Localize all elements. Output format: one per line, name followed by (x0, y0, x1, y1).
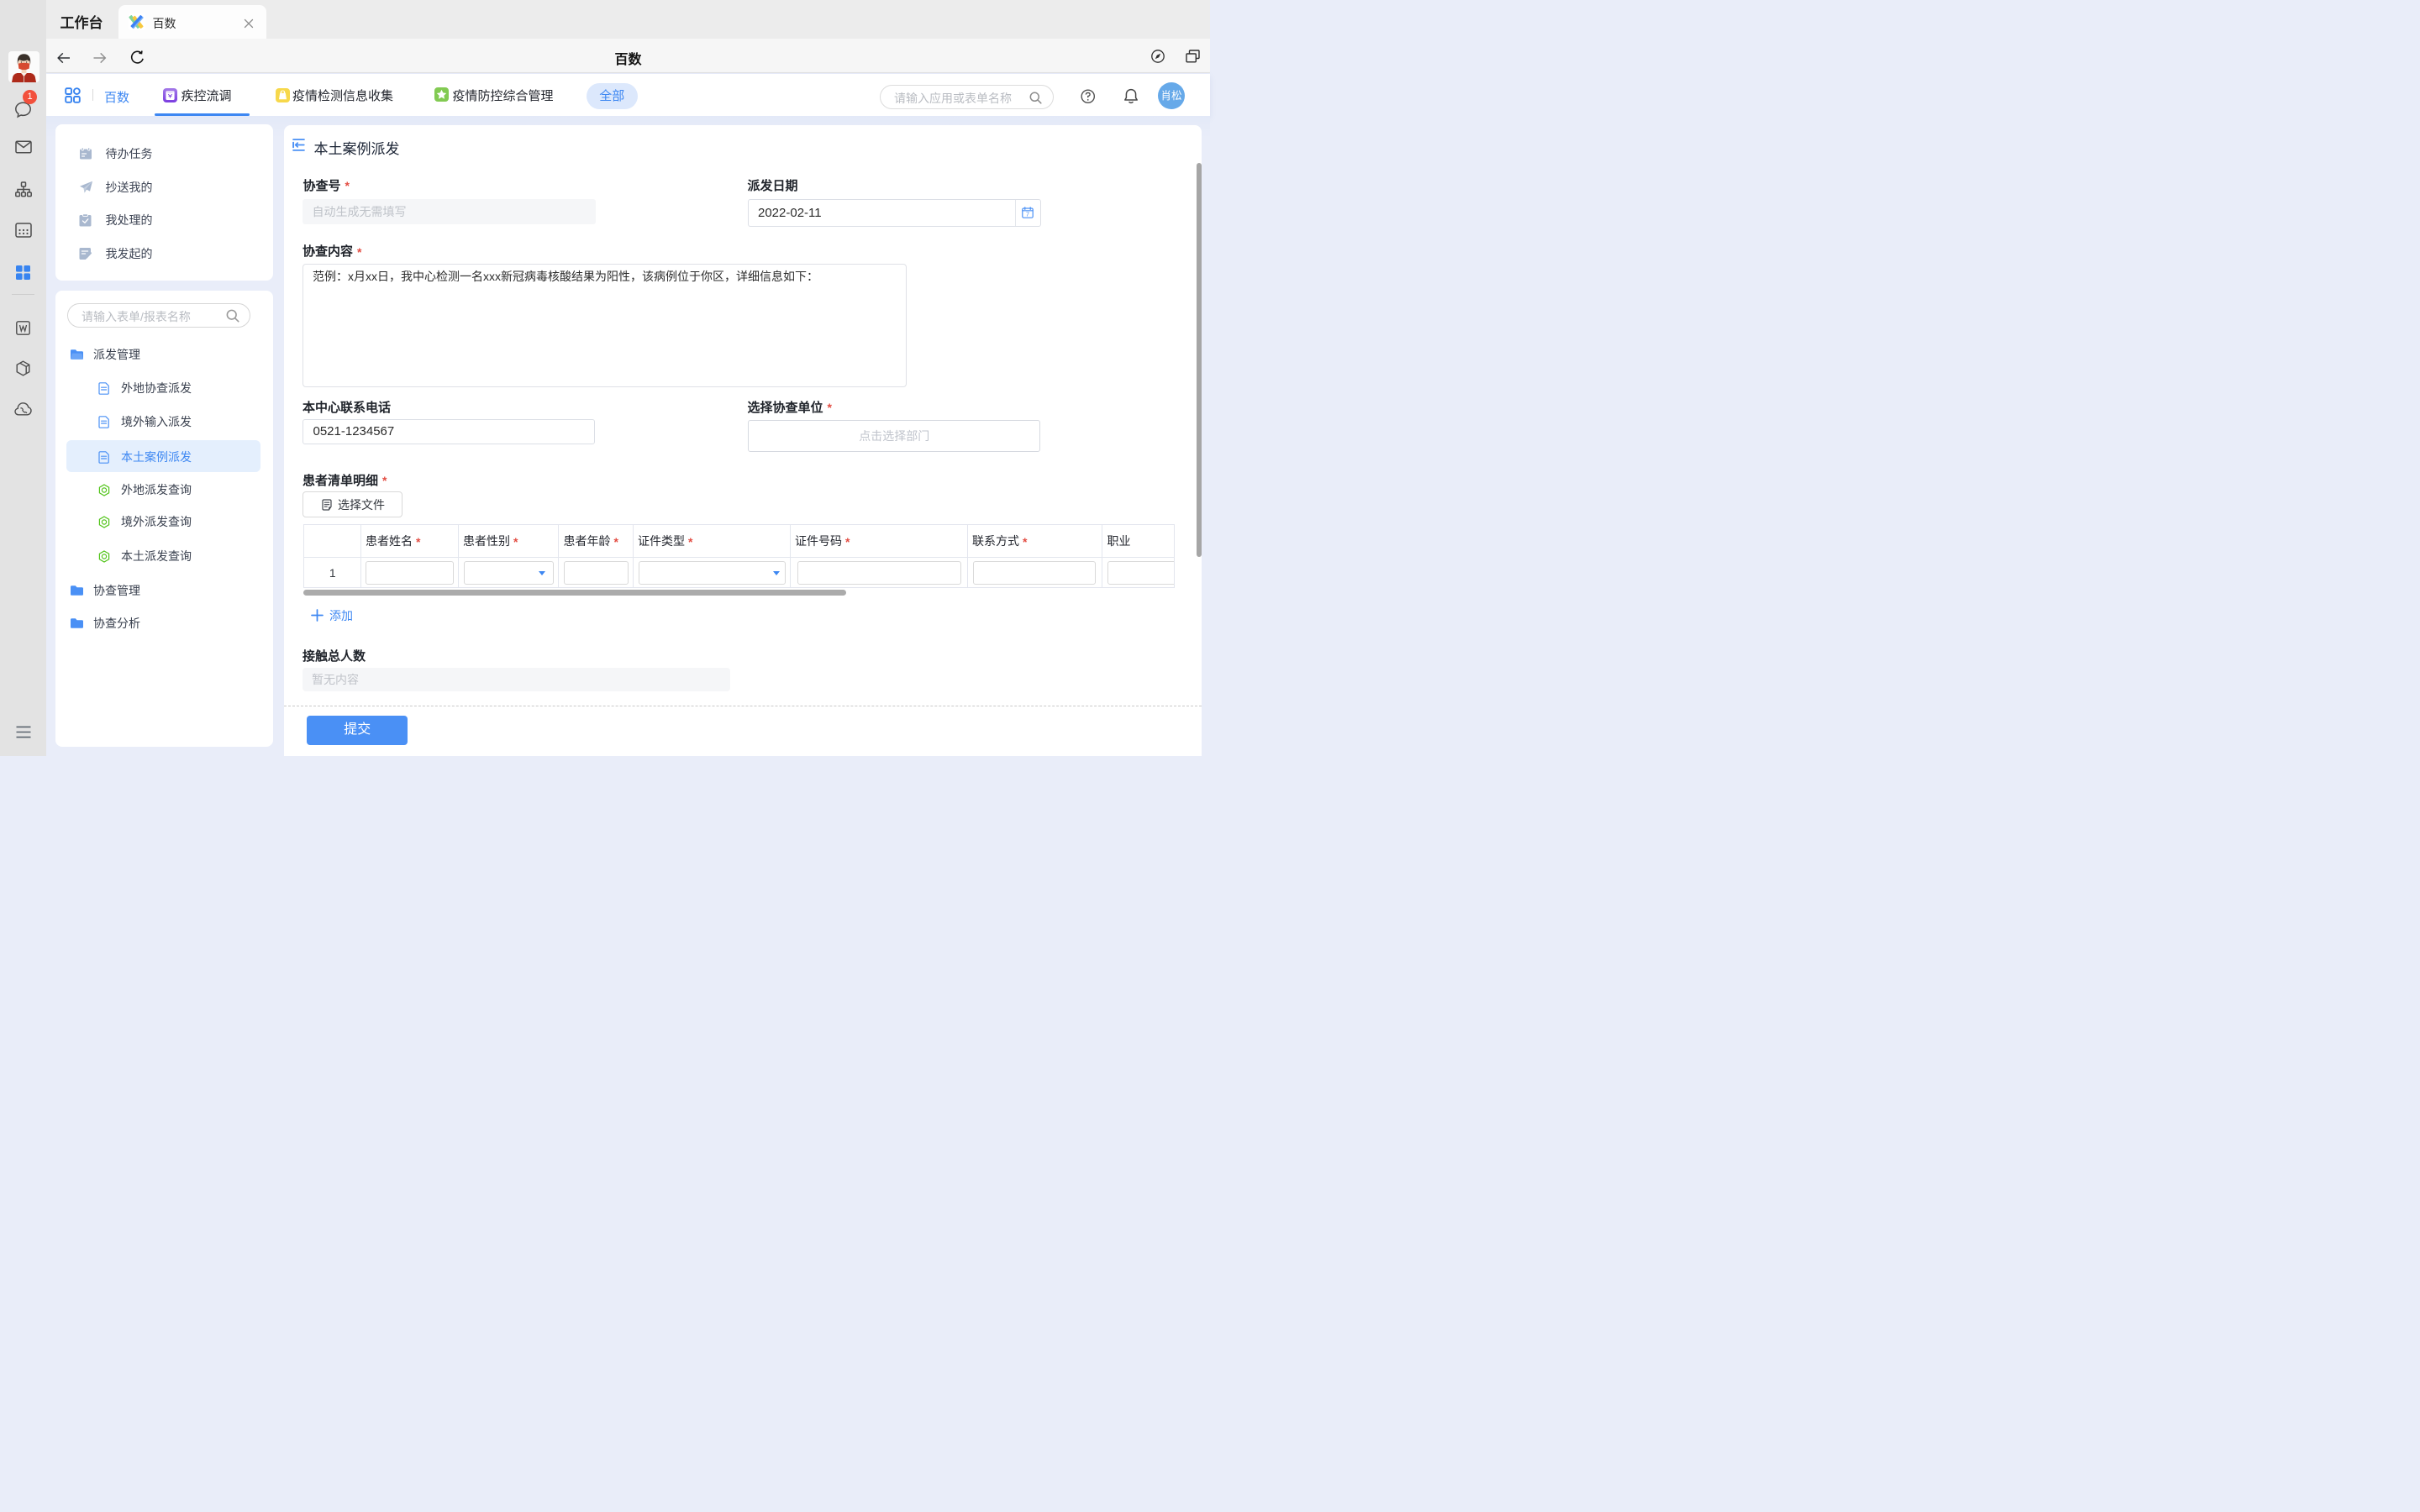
svg-text:7: 7 (1026, 211, 1029, 218)
